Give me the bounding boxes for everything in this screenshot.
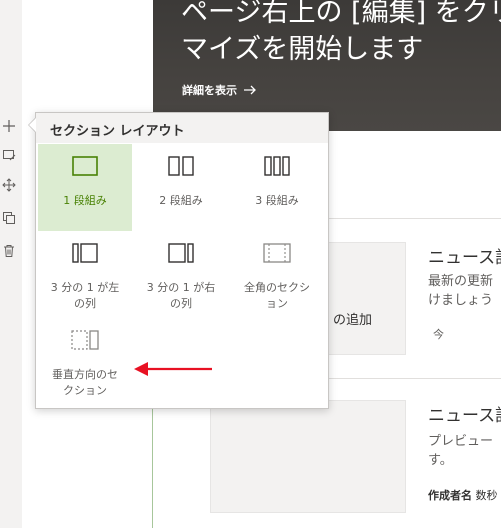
full-width-section-icon bbox=[230, 243, 324, 267]
popup-title: セクション レイアウト bbox=[50, 124, 185, 139]
author-label: 作成者名 bbox=[428, 489, 472, 502]
move-icon[interactable] bbox=[0, 177, 18, 193]
layout-option-three-column[interactable]: 3 段組み bbox=[230, 144, 324, 231]
plus-icon[interactable] bbox=[0, 118, 18, 134]
news-timestamp: 今 bbox=[433, 328, 444, 341]
vertical-section-icon bbox=[38, 330, 132, 354]
three-column-icon bbox=[230, 156, 324, 180]
two-column-icon bbox=[134, 156, 228, 180]
layout-option-vertical-section[interactable]: 垂直方向のセ クション bbox=[38, 318, 132, 405]
one-third-left-icon bbox=[38, 243, 132, 267]
author-value: 数秒 bbox=[475, 489, 498, 502]
news-thumbnail[interactable] bbox=[210, 400, 406, 513]
layout-option-label: 垂直方向のセ クション bbox=[52, 368, 118, 397]
layout-option-one-column[interactable]: 1 段組み bbox=[38, 144, 132, 231]
edit-icon[interactable] bbox=[0, 147, 18, 163]
hero-link-label[interactable]: 詳細を表示 bbox=[182, 82, 237, 98]
layout-option-one-third-left[interactable]: 3 分の 1 が左 の列 bbox=[38, 231, 132, 318]
popup-header: セクション レイアウト bbox=[36, 113, 328, 143]
news-description: 最新の更新 けましょう bbox=[428, 274, 494, 308]
popup-beak-inner bbox=[29, 118, 36, 132]
duplicate-icon[interactable] bbox=[0, 210, 18, 226]
hero-title: ページ右上の [編集] をクリ マイズを開始します bbox=[181, 0, 501, 65]
news-author: 作成者名 数秒 bbox=[428, 487, 498, 503]
layout-option-two-column[interactable]: 2 段組み bbox=[134, 144, 228, 231]
red-arrow-annotation bbox=[134, 362, 212, 376]
one-column-icon bbox=[38, 156, 132, 180]
layout-option-one-third-right[interactable]: 3 分の 1 が右 の列 bbox=[134, 231, 228, 318]
one-third-right-icon bbox=[134, 243, 228, 267]
layout-option-label: 全角のセクシ ョン bbox=[244, 281, 310, 310]
hero-details-link[interactable]: 詳細を表示 bbox=[182, 82, 257, 98]
layout-option-full-width[interactable]: 全角のセクシ ョン bbox=[230, 231, 324, 318]
news-description: プレビュー す。 bbox=[428, 434, 494, 468]
layout-option-label: 2 段組み bbox=[159, 194, 203, 207]
layout-option-label: 1 段組み bbox=[63, 194, 107, 207]
layout-option-label: 3 分の 1 が右 の列 bbox=[146, 281, 216, 310]
section-toolbar bbox=[0, 0, 22, 528]
news-add-text[interactable]: の追加 bbox=[333, 309, 372, 328]
news-title[interactable]: ニュース記 bbox=[428, 243, 501, 268]
news-title[interactable]: ニュース記 bbox=[428, 401, 501, 426]
layout-option-label: 3 段組み bbox=[255, 194, 299, 207]
arrow-right-icon bbox=[244, 85, 256, 95]
layout-option-label: 3 分の 1 が左 の列 bbox=[50, 281, 120, 310]
delete-icon[interactable] bbox=[0, 243, 18, 259]
